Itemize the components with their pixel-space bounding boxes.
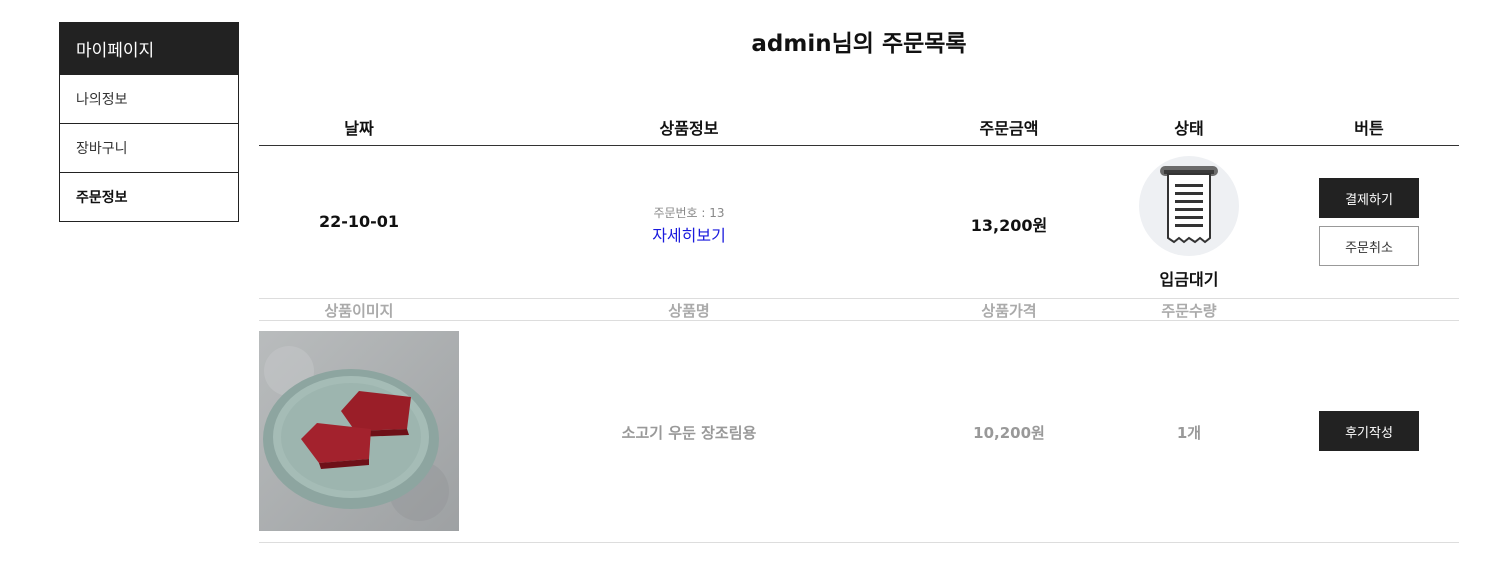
order-date: 22-10-01 [318, 212, 400, 231]
order-table-header: 날짜 상품정보 주문금액 상태 버튼 [259, 105, 1459, 146]
header-amount: 주문금액 [979, 119, 1039, 138]
product-price: 10,200원 [973, 424, 1045, 442]
header-status: 상태 [1174, 119, 1204, 138]
product-row: 소고기 우둔 장조림용 10,200원 1개 후기작성 [259, 321, 1459, 543]
header-product-image: 상품이미지 [324, 302, 394, 320]
sidebar-item-my-info[interactable]: 나의정보 [60, 74, 238, 123]
status-text: 입금대기 [1159, 270, 1219, 289]
write-review-button[interactable]: 후기작성 [1319, 411, 1419, 451]
header-buttons: 버튼 [1354, 119, 1384, 138]
order-list: 날짜 상품정보 주문금액 상태 버튼 22-10-01 주문번호 : 13 자세… [259, 105, 1459, 543]
review-button-wrap: 후기작성 [1269, 411, 1469, 459]
sidebar-title: 마이페이지 [60, 23, 238, 74]
order-number: 주문번호 : 13 [653, 206, 725, 220]
order-amount: 13,200원 [970, 216, 1048, 235]
product-table-header: 상품이미지 상품명 상품가격 주문수량 [259, 298, 1459, 321]
header-product-info: 상품정보 [659, 119, 719, 138]
order-row: 22-10-01 주문번호 : 13 자세히보기 13,200원 입금대기 결제… [259, 146, 1459, 298]
order-quantity: 1개 [1176, 424, 1202, 442]
detail-link[interactable]: 자세히보기 [489, 222, 889, 246]
header-order-qty: 주문수량 [1161, 302, 1217, 320]
order-status: 입금대기 [1109, 156, 1269, 290]
page-title: admin님의 주문목록 [751, 31, 967, 57]
sidebar-item-order-info[interactable]: 주문정보 [60, 172, 238, 221]
order-buttons: 결제하기 주문취소 [1269, 178, 1469, 274]
cancel-order-button[interactable]: 주문취소 [1319, 226, 1419, 266]
receipt-icon [1139, 156, 1239, 256]
product-name: 소고기 우둔 장조림용 [621, 424, 757, 442]
mypage-sidebar: 마이페이지 나의정보 장바구니 주문정보 [59, 22, 239, 222]
beef-product-image [259, 331, 459, 531]
pay-button[interactable]: 결제하기 [1319, 178, 1419, 218]
header-date: 날짜 [344, 119, 374, 138]
sidebar-item-cart[interactable]: 장바구니 [60, 123, 238, 172]
header-product-name: 상품명 [668, 302, 710, 320]
order-info: 주문번호 : 13 자세히보기 [489, 204, 889, 246]
header-product-price: 상품가격 [981, 302, 1037, 320]
